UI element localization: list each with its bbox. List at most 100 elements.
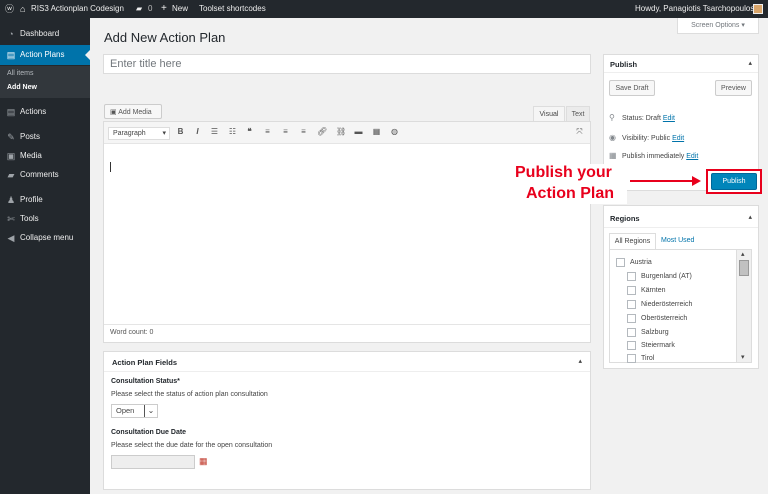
bullet-list-icon[interactable]: ☰ (210, 127, 219, 136)
media-icon: ▣ (6, 151, 16, 161)
sidebar-item-comments[interactable]: ▰ Comments (0, 165, 90, 185)
edit-schedule-link[interactable]: Edit (686, 153, 698, 160)
sidebar-item-collapse[interactable]: ◀ Collapse menu (0, 228, 90, 248)
link-icon[interactable]: 🔗︎ (317, 127, 327, 136)
title-input[interactable]: Enter title here (103, 54, 591, 74)
regions-scrollbar[interactable]: ▴ ▾ (736, 250, 751, 362)
action-plans-icon: ▤ (6, 50, 16, 60)
format-select[interactable]: Paragraph ▾ (108, 127, 170, 140)
site-name-link[interactable]: RIS3 Actionplan Codesign (31, 0, 124, 18)
bold-icon[interactable]: B (176, 127, 185, 136)
home-icon: ⌂ (20, 4, 26, 14)
post-status-text: Status: Draft (622, 115, 661, 122)
due-date-description: Please select the due date for the open … (111, 442, 273, 449)
publish-button[interactable]: Publish (711, 173, 757, 190)
tab-text[interactable]: Text (566, 106, 590, 121)
editor-area (103, 121, 591, 343)
dashboard-icon: ◔ (8, 29, 14, 39)
collapse-icon: ◀ (7, 233, 15, 243)
preview-button[interactable]: Preview (715, 80, 752, 96)
region-checkbox[interactable] (627, 286, 636, 295)
fields-box-header[interactable]: Action Plan Fields ▴ (104, 352, 590, 372)
annotation-line-1: Publish your (515, 164, 612, 181)
toolbar-toggle-icon[interactable]: ▦ (372, 127, 381, 136)
numbered-list-icon[interactable]: ☷ (228, 127, 237, 136)
calendar-icon: ▦ (609, 151, 617, 160)
sidebar-item-media[interactable]: ▣ Media (0, 146, 90, 166)
due-date-label: Consultation Due Date (111, 429, 187, 436)
add-media-label: Add Media (118, 109, 152, 116)
posts-icon: ✎ (7, 132, 15, 142)
fullscreen-icon[interactable]: ⤧ (575, 127, 584, 137)
region-label: Tirol (641, 355, 655, 362)
scrollbar-thumb[interactable] (739, 260, 749, 276)
new-content-link[interactable]: New (172, 0, 188, 18)
publish-box-title: Publish (610, 60, 638, 69)
actions-icon: ▤ (6, 107, 16, 117)
due-date-input[interactable] (111, 455, 195, 469)
align-right-icon[interactable]: ≡ (299, 127, 308, 136)
chevron-down-icon: ⌄ (144, 405, 157, 417)
sidebar-item-actions[interactable]: ▤ Actions (0, 102, 90, 122)
unlink-icon[interactable]: ⛓︎ (336, 127, 346, 136)
scroll-down-icon[interactable]: ▾ (741, 353, 745, 361)
post-visibility: Visibility: Public Edit (622, 135, 684, 142)
sidebar-item-dashboard[interactable]: ◔ Dashboard (0, 24, 90, 44)
sidebar-item-action-plans[interactable]: ▤ Action Plans (0, 45, 90, 65)
publish-box-header[interactable]: Publish ▴ (604, 55, 758, 73)
toolset-shortcodes-link[interactable]: Toolset shortcodes (199, 0, 266, 18)
submenu-add-new[interactable]: Add New (7, 84, 37, 91)
region-checkbox[interactable] (627, 272, 636, 281)
align-center-icon[interactable]: ≡ (281, 127, 290, 136)
tab-most-used[interactable]: Most Used (661, 237, 694, 244)
avatar[interactable] (753, 4, 763, 14)
region-checkbox[interactable] (627, 354, 636, 363)
tools-icon: ✄ (7, 214, 15, 224)
region-checkbox[interactable] (627, 314, 636, 323)
add-media-button[interactable]: ▣ Add Media (104, 104, 162, 119)
italic-icon[interactable]: I (193, 127, 202, 136)
edit-visibility-link[interactable]: Edit (672, 135, 684, 142)
post-status: Status: Draft Edit (622, 115, 675, 122)
blockquote-icon[interactable]: ❝ (245, 127, 254, 136)
eye-icon: ◉ (609, 133, 616, 142)
region-checkbox[interactable] (627, 341, 636, 350)
caret-down-icon: ▾ (162, 130, 166, 137)
admin-bar: ⓦ ⌂ RIS3 Actionplan Codesign ▰ 0 + New T… (0, 0, 768, 18)
region-label: Niederösterreich (641, 301, 693, 308)
sidebar-item-tools[interactable]: ✄ Tools (0, 209, 90, 229)
wordpress-logo-icon[interactable]: ⓦ (5, 0, 14, 18)
publish-schedule: Publish immediately Edit (622, 153, 698, 160)
toolset-icon[interactable]: ◍ (390, 127, 399, 136)
media-icon: ▣ (110, 109, 117, 116)
edit-status-link[interactable]: Edit (663, 115, 675, 122)
tab-all-regions[interactable]: All Regions (609, 233, 656, 249)
sidebar-item-profile[interactable]: ♟ Profile (0, 190, 90, 210)
read-more-icon[interactable]: ▬ (354, 127, 363, 136)
post-visibility-text: Visibility: Public (622, 135, 671, 142)
collapse-arrow-icon[interactable]: ▴ (578, 357, 582, 365)
consultation-status-select[interactable]: Open ⌄ (111, 404, 158, 418)
save-draft-button[interactable]: Save Draft (609, 80, 655, 96)
regions-box-header[interactable]: Regions ▴ (604, 206, 758, 228)
publish-schedule-text: Publish immediately (622, 153, 685, 160)
collapse-arrow-icon[interactable]: ▴ (748, 59, 752, 67)
sidebar-item-label: Profile (20, 195, 43, 204)
region-checkbox[interactable] (616, 258, 625, 267)
submenu-all-items[interactable]: All items (7, 70, 33, 77)
howdy-user-link[interactable]: Howdy, Panagiotis Tsarchopoulos (635, 0, 754, 18)
align-left-icon[interactable]: ≡ (263, 127, 272, 136)
sidebar-item-label: Comments (20, 170, 59, 179)
pin-icon: ⚲ (609, 113, 615, 122)
tab-visual[interactable]: Visual (533, 106, 565, 121)
collapse-arrow-icon[interactable]: ▴ (748, 213, 752, 221)
scroll-up-icon[interactable]: ▴ (741, 250, 745, 258)
arrow-right-icon (692, 176, 701, 186)
calendar-icon[interactable]: ▦ (199, 456, 208, 467)
comment-icon[interactable]: ▰ (136, 0, 142, 18)
screen-options-button[interactable]: Screen Options ▾ (677, 18, 759, 34)
region-checkbox[interactable] (627, 300, 636, 309)
region-checkbox[interactable] (627, 328, 636, 337)
sidebar-submenu: All items Add New (0, 66, 90, 98)
sidebar-item-posts[interactable]: ✎ Posts (0, 127, 90, 147)
